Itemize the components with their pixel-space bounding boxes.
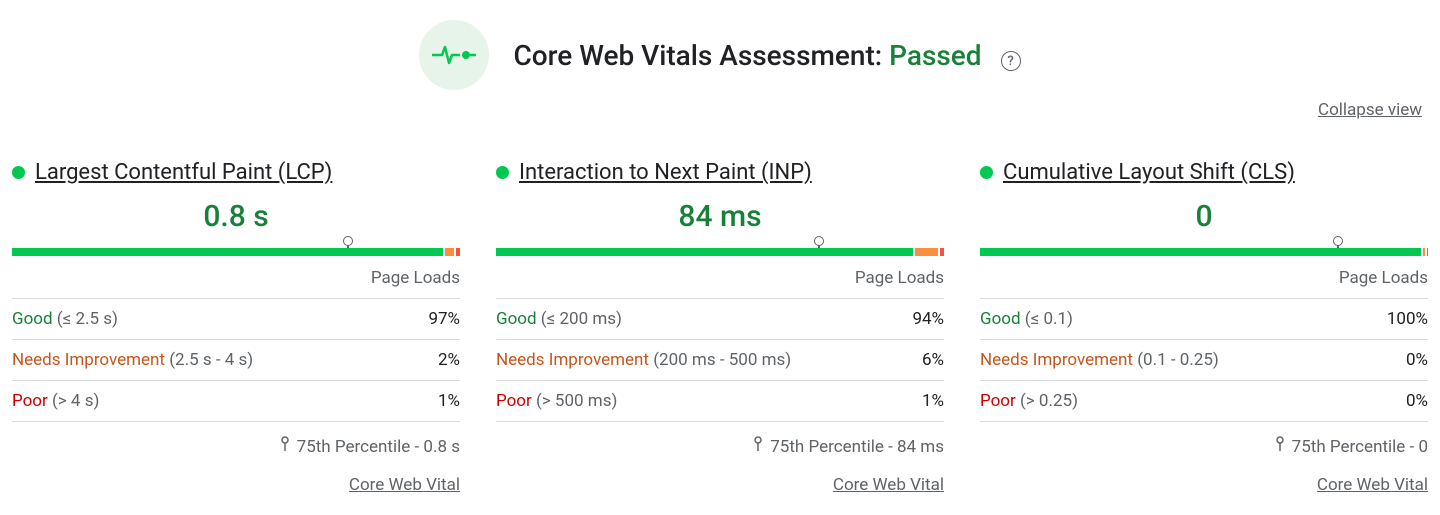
dist-row-poor: Poor (> 500 ms) 1% — [496, 381, 944, 422]
assessment-title: Core Web Vitals Assessment: Passed ? — [513, 39, 1020, 72]
metric-title-cls[interactable]: Cumulative Layout Shift (CLS) — [1003, 160, 1295, 185]
percentile-row-inp: 75th Percentile - 84 ms — [496, 436, 944, 457]
metric-value-lcp: 0.8 s — [12, 199, 460, 234]
help-icon[interactable]: ? — [1001, 51, 1021, 71]
distribution-bar-inp — [496, 236, 944, 258]
assessment-header: Core Web Vitals Assessment: Passed ? — [12, 20, 1428, 90]
metric-card-lcp: Largest Contentful Paint (LCP) 0.8 s Pag… — [12, 160, 460, 495]
metric-card-cls: Cumulative Layout Shift (CLS) 0 Page Loa… — [980, 160, 1428, 495]
dist-row-poor: Poor (> 0.25) 0% — [980, 381, 1428, 422]
status-dot-inp — [496, 166, 509, 179]
page-loads-label: Page Loads — [496, 268, 944, 288]
assessment-title-prefix: Core Web Vitals Assessment: — [513, 39, 889, 72]
page-loads-label: Page Loads — [12, 268, 460, 288]
percentile-row-lcp: 75th Percentile - 0.8 s — [12, 436, 460, 457]
metric-value-cls: 0 — [980, 199, 1428, 234]
status-dot-cls — [980, 166, 993, 179]
status-dot-lcp — [12, 166, 25, 179]
dist-row-good: Good (≤ 2.5 s) 97% — [12, 299, 460, 340]
dist-row-poor: Poor (> 4 s) 1% — [12, 381, 460, 422]
dist-row-ni: Needs Improvement (2.5 s - 4 s) 2% — [12, 340, 460, 381]
metric-value-inp: 84 ms — [496, 199, 944, 234]
page-loads-label: Page Loads — [980, 268, 1428, 288]
distribution-bar-lcp — [12, 236, 460, 258]
metrics-row: Largest Contentful Paint (LCP) 0.8 s Pag… — [12, 160, 1428, 495]
metric-title-lcp[interactable]: Largest Contentful Paint (LCP) — [35, 160, 332, 185]
pin-icon — [1274, 436, 1286, 457]
collapse-view-link[interactable]: Collapse view — [12, 100, 1428, 120]
assessment-status: Passed — [889, 39, 981, 72]
metric-title-inp[interactable]: Interaction to Next Paint (INP) — [519, 160, 812, 185]
pin-icon — [279, 436, 291, 457]
dist-row-good: Good (≤ 0.1) 100% — [980, 299, 1428, 340]
percentile-row-cls: 75th Percentile - 0 — [980, 436, 1428, 457]
dist-row-ni: Needs Improvement (0.1 - 0.25) 0% — [980, 340, 1428, 381]
dist-row-good: Good (≤ 200 ms) 94% — [496, 299, 944, 340]
dist-row-ni: Needs Improvement (200 ms - 500 ms) 6% — [496, 340, 944, 381]
distribution-bar-cls — [980, 236, 1428, 258]
pin-icon — [752, 436, 764, 457]
pulse-icon — [419, 20, 489, 90]
core-web-vital-link-inp[interactable]: Core Web Vital — [833, 475, 944, 495]
metric-card-inp: Interaction to Next Paint (INP) 84 ms Pa… — [496, 160, 944, 495]
core-web-vital-link-lcp[interactable]: Core Web Vital — [349, 475, 460, 495]
core-web-vital-link-cls[interactable]: Core Web Vital — [1317, 475, 1428, 495]
